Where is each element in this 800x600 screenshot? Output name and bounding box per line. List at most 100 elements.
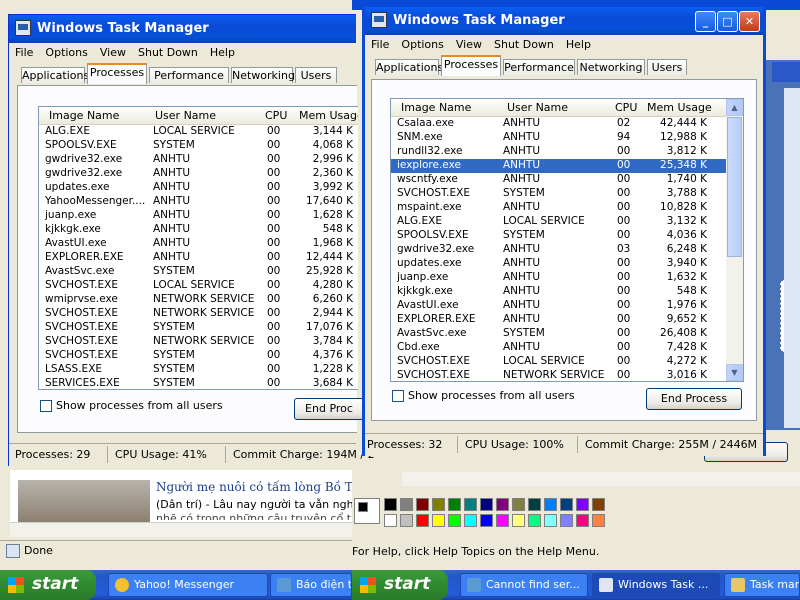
- table-row[interactable]: SPOOLSV.EXE SYSTEM 00 4,068 K: [39, 139, 358, 153]
- table-row[interactable]: Csalaa.exe ANHTU 02 42,444 K: [391, 117, 743, 131]
- start-button-right[interactable]: start: [352, 570, 448, 600]
- table-row[interactable]: SPOOLSV.EXE SYSTEM 00 4,036 K: [391, 229, 743, 243]
- palette-color-swatch[interactable]: [464, 514, 477, 527]
- palette-color-swatch[interactable]: [448, 514, 461, 527]
- table-row[interactable]: SVCHOST.EXE LOCAL SERVICE 00 4,280 K: [39, 279, 358, 293]
- menu-view[interactable]: View: [94, 43, 132, 59]
- tab-processes[interactable]: Processes: [87, 63, 147, 84]
- table-row[interactable]: juanp.exe ANHTU 00 1,632 K: [391, 271, 743, 285]
- table-row[interactable]: wscntfy.exe ANHTU 00 1,740 K: [391, 173, 743, 187]
- table-row[interactable]: AvastSvc.exe SYSTEM 00 25,928 K: [39, 265, 358, 279]
- table-row[interactable]: rundll32.exe ANHTU 00 3,812 K: [391, 145, 743, 159]
- palette-color-swatch[interactable]: [432, 498, 445, 511]
- palette-color-swatch[interactable]: [544, 498, 557, 511]
- paint-hscroll[interactable]: [402, 472, 800, 486]
- palette-color-swatch[interactable]: [592, 514, 605, 527]
- tab-performance[interactable]: Performance: [149, 67, 229, 83]
- palette-color-swatch[interactable]: [528, 498, 541, 511]
- palette-color-swatch[interactable]: [416, 498, 429, 511]
- show-all-users-checkbox[interactable]: [40, 400, 52, 412]
- table-row[interactable]: iexplore.exe ANHTU 00 25,348 K: [391, 159, 726, 173]
- menu-shutdown[interactable]: Shut Down: [488, 35, 560, 51]
- start-button-left[interactable]: start: [0, 570, 96, 600]
- col-mem-usage[interactable]: Mem Usage: [647, 101, 712, 114]
- menu-file[interactable]: File: [365, 35, 395, 51]
- scroll-up-button[interactable]: ▲: [726, 99, 743, 116]
- menu-help[interactable]: Help: [560, 35, 597, 51]
- col-image-name[interactable]: Image Name: [49, 109, 119, 122]
- table-row[interactable]: SNM.exe ANHTU 94 12,988 K: [391, 131, 743, 145]
- palette-color-swatch[interactable]: [464, 498, 477, 511]
- palette-color-swatch[interactable]: [400, 514, 413, 527]
- palette-color-swatch[interactable]: [448, 498, 461, 511]
- menu-view[interactable]: View: [450, 35, 488, 51]
- palette-color-swatch[interactable]: [480, 514, 493, 527]
- table-row[interactable]: gwdrive32.exe ANHTU 00 2,996 K: [39, 153, 358, 167]
- col-cpu[interactable]: CPU: [265, 109, 287, 122]
- table-row[interactable]: juanp.exe ANHTU 00 1,628 K: [39, 209, 358, 223]
- palette-color-swatch[interactable]: [496, 498, 509, 511]
- tab-networking[interactable]: Networking: [577, 59, 645, 75]
- table-row[interactable]: SVCHOST.EXE SYSTEM 00 4,376 K: [39, 349, 358, 363]
- col-user-name[interactable]: User Name: [155, 109, 216, 122]
- menu-options[interactable]: Options: [395, 35, 449, 51]
- article-title[interactable]: Người mẹ nuôi có tấm lòng Bồ T: [156, 480, 353, 494]
- table-row[interactable]: kjkkgk.exe ANHTU 00 548 K: [39, 223, 358, 237]
- titlebar[interactable]: Windows Task Manager: [9, 15, 356, 43]
- taskbar-item-cannot-find[interactable]: Cannot find ser...: [460, 573, 588, 597]
- palette-color-swatch[interactable]: [576, 498, 589, 511]
- table-row[interactable]: SERVICES.EXE SYSTEM 00 3,684 K: [39, 377, 358, 389]
- palette-color-swatch[interactable]: [416, 514, 429, 527]
- palette-color-swatch[interactable]: [384, 514, 397, 527]
- taskbar-item-browser[interactable]: Báo điện tử: [270, 573, 352, 597]
- taskbar-item-task-manager[interactable]: Windows Task ...: [592, 573, 720, 597]
- titlebar[interactable]: Windows Task Manager _ □ ✕: [365, 7, 763, 35]
- col-cpu[interactable]: CPU: [615, 101, 637, 114]
- table-row[interactable]: mspaint.exe ANHTU 00 10,828 K: [391, 201, 743, 215]
- table-row[interactable]: Cbd.exe ANHTU 00 7,428 K: [391, 341, 743, 355]
- end-process-button[interactable]: End Process: [646, 388, 742, 410]
- table-row[interactable]: ALG.EXE LOCAL SERVICE 00 3,132 K: [391, 215, 743, 229]
- palette-color-swatch[interactable]: [512, 514, 525, 527]
- table-row[interactable]: AvastUI.exe ANHTU 00 1,968 K: [39, 237, 358, 251]
- tab-applications[interactable]: Applications: [21, 67, 89, 83]
- tab-applications[interactable]: Applications: [375, 59, 443, 75]
- paint-scrollbar[interactable]: [784, 88, 800, 428]
- close-button[interactable]: ✕: [739, 11, 760, 32]
- paint-color-palette[interactable]: [352, 494, 612, 530]
- process-list[interactable]: Image Name User Name CPU Mem Usage ▲ ▼ C…: [390, 98, 744, 382]
- table-row[interactable]: YahooMessenger.... ANHTU 00 17,640 K: [39, 195, 358, 209]
- table-row[interactable]: wmiprvse.exe NETWORK SERVICE 00 6,260 K: [39, 293, 358, 307]
- browser-hscroll[interactable]: [10, 522, 352, 537]
- table-row[interactable]: updates.exe ANHTU 00 3,940 K: [391, 257, 743, 271]
- table-row[interactable]: SVCHOST.EXE NETWORK SERVICE 00 2,944 K: [39, 307, 358, 321]
- tab-users[interactable]: Users: [295, 67, 337, 83]
- table-row[interactable]: gwdrive32.exe ANHTU 00 2,360 K: [39, 167, 358, 181]
- table-row[interactable]: AvastUI.exe ANHTU 00 1,976 K: [391, 299, 743, 313]
- table-row[interactable]: EXPLORER.EXE ANHTU 00 9,652 K: [391, 313, 743, 327]
- process-list[interactable]: Image Name User Name CPU Mem Usage ALG.E…: [38, 106, 358, 390]
- menu-options[interactable]: Options: [39, 43, 93, 59]
- menu-help[interactable]: Help: [204, 43, 241, 59]
- palette-color-swatch[interactable]: [560, 514, 573, 527]
- taskbar-item-paint[interactable]: Task mana: [724, 573, 800, 597]
- col-mem-usage[interactable]: Mem Usage: [299, 109, 358, 122]
- palette-color-swatch[interactable]: [400, 498, 413, 511]
- end-process-button[interactable]: End Proc: [294, 398, 364, 420]
- palette-color-swatch[interactable]: [496, 514, 509, 527]
- show-all-users-checkbox[interactable]: [392, 390, 404, 402]
- menu-shutdown[interactable]: Shut Down: [132, 43, 204, 59]
- col-user-name[interactable]: User Name: [507, 101, 568, 114]
- table-row[interactable]: kjkkgk.exe ANHTU 00 548 K: [391, 285, 743, 299]
- table-row[interactable]: LSASS.EXE SYSTEM 00 1,228 K: [39, 363, 358, 377]
- col-image-name[interactable]: Image Name: [401, 101, 471, 114]
- table-row[interactable]: SVCHOST.EXE LOCAL SERVICE 00 4,272 K: [391, 355, 743, 369]
- palette-color-swatch[interactable]: [592, 498, 605, 511]
- palette-color-swatch[interactable]: [560, 498, 573, 511]
- table-row[interactable]: gwdrive32.exe ANHTU 03 6,248 K: [391, 243, 743, 257]
- palette-color-swatch[interactable]: [512, 498, 525, 511]
- table-row[interactable]: SVCHOST.EXE NETWORK SERVICE 00 3,784 K: [39, 335, 358, 349]
- tab-processes[interactable]: Processes: [441, 55, 501, 76]
- table-row[interactable]: EXPLORER.EXE ANHTU 00 12,444 K: [39, 251, 358, 265]
- tab-performance[interactable]: Performance: [503, 59, 575, 75]
